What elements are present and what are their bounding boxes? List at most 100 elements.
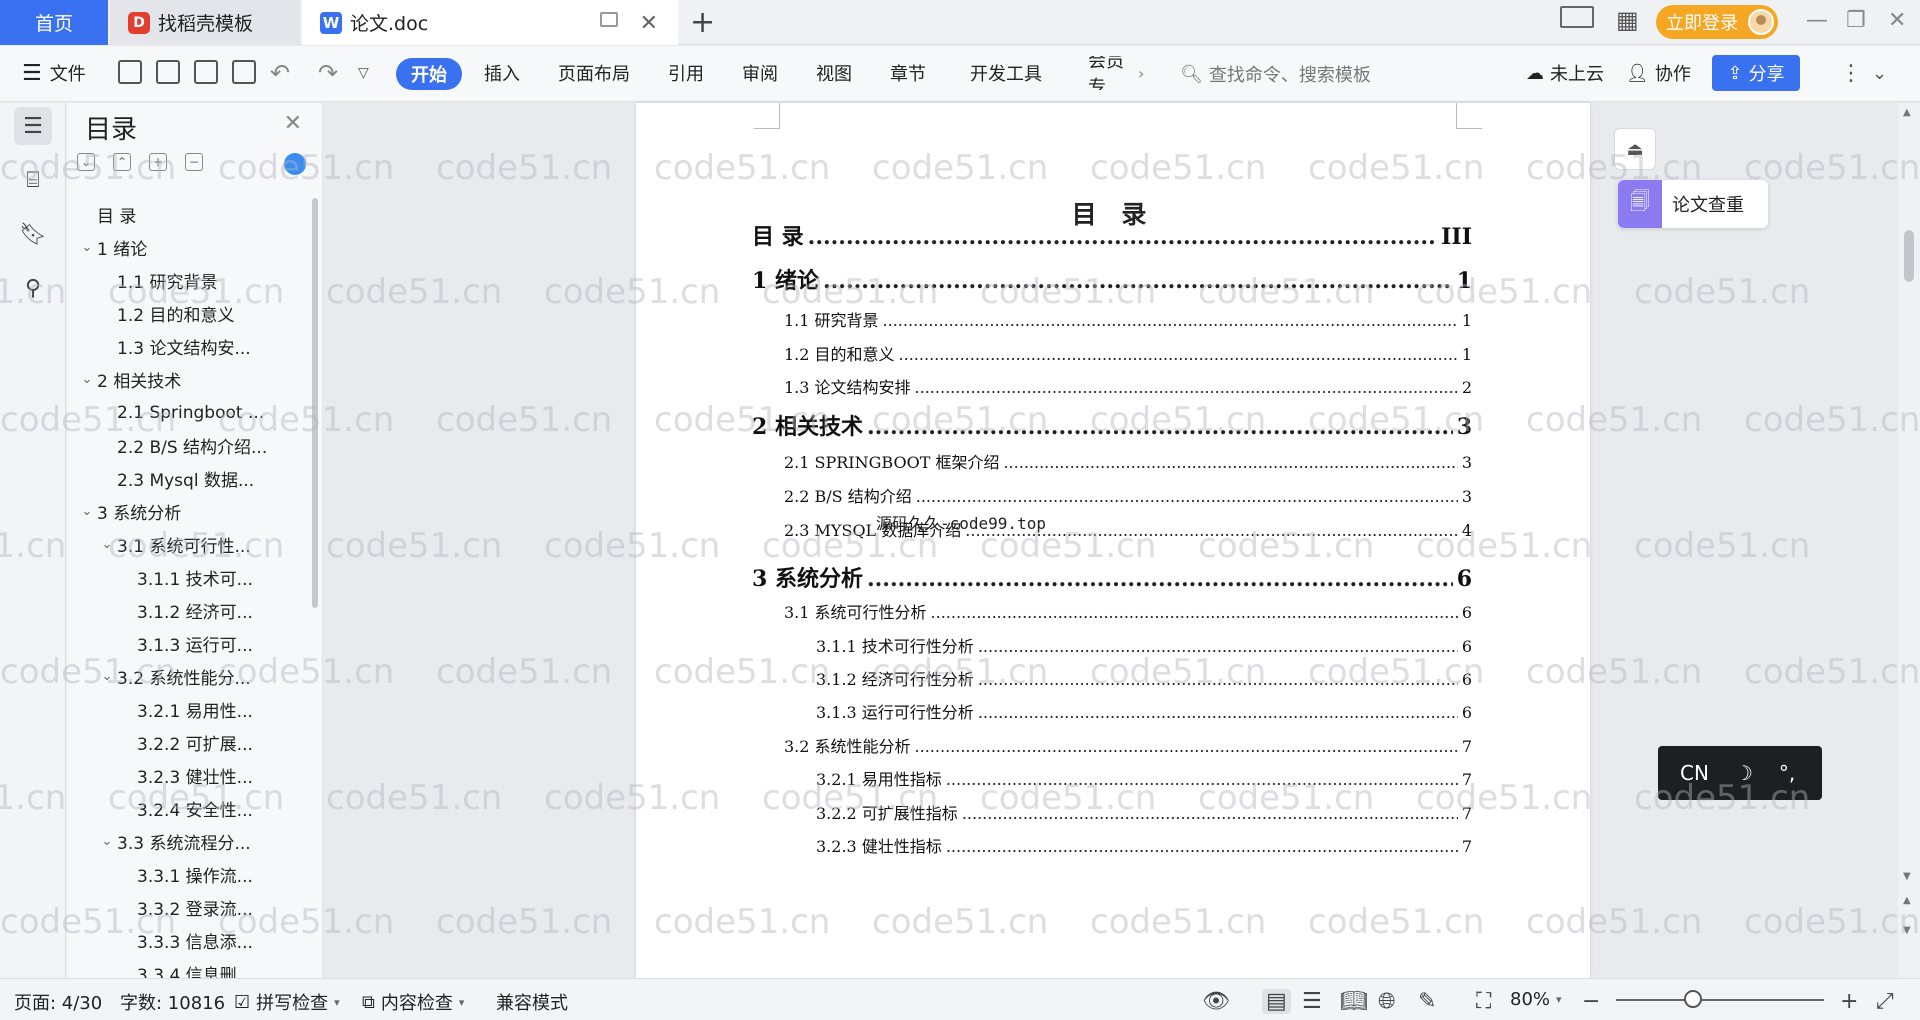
- tab-page-layout[interactable]: 页面布局: [558, 56, 630, 90]
- collaborate-button[interactable]: 👤︎ 协作: [1626, 56, 1691, 90]
- collapse-all-icon[interactable]: ⌃: [113, 153, 131, 171]
- toc-tree-item[interactable]: 3.3.4 信息删...: [67, 957, 303, 978]
- pen-icon[interactable]: ✎: [1418, 989, 1436, 1014]
- toc-tree-item[interactable]: 3.2.4 安全性...: [67, 792, 303, 825]
- toc-entry[interactable]: 3.2.2 可扩展性指标 7: [816, 800, 1472, 824]
- tab-home[interactable]: 首页: [0, 0, 108, 45]
- fullscreen-icon[interactable]: ⤢: [1876, 989, 1894, 1014]
- toc-tree-item[interactable]: 3.2.2 可扩展...: [67, 726, 303, 759]
- toc-tree-item[interactable]: 3.1.2 经济可...: [67, 594, 303, 627]
- toc-tree-item[interactable]: ⌄ 3.3 系统流程分...: [67, 825, 303, 858]
- toc-tree-item[interactable]: 1.1 研究背景: [67, 264, 303, 297]
- scroll-thumb[interactable]: [1904, 230, 1914, 282]
- print-preview-icon[interactable]: [232, 60, 256, 84]
- cloud-status-button[interactable]: ☁ 未上云: [1526, 56, 1604, 90]
- toc-entry[interactable]: 2.2 B/S 结构介绍 3: [784, 483, 1472, 507]
- close-tab-icon[interactable]: ✕: [640, 11, 658, 36]
- next-page-icon[interactable]: ▼: [1903, 925, 1911, 936]
- toc-entry[interactable]: 2.1 SPRINGBOOT 框架介绍 3: [784, 449, 1472, 473]
- page-indicator[interactable]: 页面: 4/30: [14, 989, 102, 1015]
- toc-scrollbar[interactable]: [312, 198, 318, 608]
- toc-entry[interactable]: 3.1.1 技术可行性分析 6: [816, 633, 1472, 657]
- toc-nav-icon[interactable]: ☰: [14, 107, 52, 145]
- find-icon[interactable]: ⚲: [14, 269, 52, 307]
- login-button[interactable]: 立即登录: [1656, 5, 1778, 39]
- toc-entry[interactable]: 3.1 系统可行性分析 6: [784, 599, 1472, 623]
- tab-chapter[interactable]: 章节: [890, 56, 926, 90]
- more-options-icon[interactable]: ⋮: [1840, 56, 1862, 90]
- chevron-down-icon[interactable]: ⌄: [97, 834, 117, 849]
- document-page[interactable]: 目 录 目 录III1 绪论11.1 研究背景11.2 目的和意义11.3 论文…: [636, 103, 1590, 978]
- chapter-nav-icon[interactable]: ⌸: [14, 161, 52, 199]
- toc-entry[interactable]: 3.1.2 经济可行性分析 6: [816, 666, 1472, 690]
- zoom-slider-knob[interactable]: [1684, 990, 1702, 1008]
- print-icon[interactable]: [194, 60, 218, 84]
- prev-page-icon[interactable]: ▲: [1903, 895, 1911, 906]
- collapse-ribbon-icon[interactable]: ⌄: [1872, 56, 1887, 90]
- toc-entry[interactable]: 3.2.1 易用性指标 7: [816, 766, 1472, 790]
- tab-document[interactable]: W 论文.doc ✕: [302, 0, 678, 45]
- reading-view-icon[interactable]: 📖︎: [1340, 989, 1368, 1014]
- toc-tree-item[interactable]: ⌄ 3.2 系统性能分...: [67, 660, 303, 693]
- more-tabs-icon[interactable]: ›: [1138, 56, 1144, 90]
- toc-tree-item[interactable]: 3.2.1 易用性...: [67, 693, 303, 726]
- toc-tree-item[interactable]: 2.3 Mysql 数据...: [67, 462, 303, 495]
- zoom-in-icon[interactable]: +: [1840, 989, 1858, 1014]
- toc-tree-item[interactable]: 3.3.1 操作流...: [67, 858, 303, 891]
- new-tab-button[interactable]: +: [690, 5, 715, 40]
- moon-icon[interactable]: ☽: [1735, 761, 1753, 785]
- chevron-down-icon[interactable]: ⌄: [77, 240, 97, 255]
- toc-tree-item[interactable]: ⌄ 2 相关技术: [67, 363, 303, 396]
- minimize-icon[interactable]: —: [1806, 8, 1828, 33]
- word-count[interactable]: 字数: 10816: [120, 989, 225, 1015]
- toc-tree-item[interactable]: ⌄ 3.1 系统可行性...: [67, 528, 303, 561]
- fit-page-icon[interactable]: ⛶: [1476, 989, 1491, 1014]
- tab-view[interactable]: 视图: [816, 56, 852, 90]
- toc-entry[interactable]: 1.1 研究背景 1: [784, 307, 1472, 331]
- toc-tree-item[interactable]: 2.2 B/S 结构介绍...: [67, 429, 303, 462]
- toc-tree-item[interactable]: 3.3.3 信息添...: [67, 924, 303, 957]
- tab-developer[interactable]: 开发工具: [970, 56, 1042, 90]
- layout-icon[interactable]: [1560, 6, 1594, 28]
- share-button[interactable]: ⇪ 分享: [1712, 55, 1800, 91]
- toc-tree-item[interactable]: 目 录: [67, 198, 303, 231]
- chevron-down-icon[interactable]: ⌄: [77, 372, 97, 387]
- zoom-out-icon[interactable]: −: [1582, 989, 1600, 1014]
- outline-view-icon[interactable]: ☰: [1302, 989, 1322, 1014]
- restore-icon[interactable]: ❐: [1846, 8, 1866, 33]
- toc-tree-item[interactable]: ⌄ 1 绪论: [67, 231, 303, 264]
- quick-access-dropdown-icon[interactable]: ▽: [358, 56, 369, 90]
- toc-entry[interactable]: 3 系统分析 6: [752, 561, 1472, 593]
- toc-tree-item[interactable]: 1.3 论文结构安...: [67, 330, 303, 363]
- zoom-slider[interactable]: [1616, 999, 1824, 1001]
- zoom-level[interactable]: 80% ▾: [1510, 989, 1562, 1010]
- tab-member[interactable]: 会员专: [1088, 56, 1140, 90]
- ai-assistant-icon[interactable]: [284, 153, 306, 175]
- tab-start[interactable]: 开始: [396, 58, 462, 90]
- vertical-scrollbar[interactable]: ▲ ▼ ▲ ▼: [1898, 103, 1920, 978]
- collapse-side-panel-button[interactable]: ⏏: [1614, 128, 1656, 170]
- toc-tree-item[interactable]: 3.2.3 健壮性...: [67, 759, 303, 792]
- toc-tree-item[interactable]: 1.2 目的和意义: [67, 297, 303, 330]
- close-window-icon[interactable]: ✕: [1888, 8, 1906, 33]
- scroll-down-icon[interactable]: ▼: [1903, 871, 1911, 882]
- window-mode-icon[interactable]: [600, 12, 618, 27]
- close-panel-icon[interactable]: ✕: [284, 111, 302, 136]
- tab-review[interactable]: 审阅: [742, 56, 778, 90]
- save-icon[interactable]: [118, 60, 142, 84]
- toc-entry[interactable]: 3.2.3 健壮性指标 7: [816, 833, 1472, 857]
- chevron-down-icon[interactable]: ⌄: [77, 504, 97, 519]
- export-pdf-icon[interactable]: [156, 60, 180, 84]
- command-search[interactable]: 🔍︎ 查找命令、搜索模板: [1180, 58, 1371, 90]
- ime-language[interactable]: CN: [1680, 761, 1709, 785]
- toc-entry[interactable]: 目 录 III: [752, 219, 1472, 251]
- toc-entry[interactable]: 1.3 论文结构安排 2: [784, 374, 1472, 398]
- undo-icon[interactable]: ↶: [270, 56, 290, 90]
- toc-entry[interactable]: 2 相关技术 3: [752, 409, 1472, 441]
- toc-entry[interactable]: 3.1.3 运行可行性分析 6: [816, 699, 1472, 723]
- chevron-down-icon[interactable]: ⌄: [97, 669, 117, 684]
- file-menu-button[interactable]: ☰ 文件: [22, 56, 86, 90]
- toc-entry[interactable]: 1 绪论 1: [752, 263, 1472, 295]
- toc-entry[interactable]: 3.2 系统性能分析 7: [784, 733, 1472, 757]
- page-view-icon[interactable]: ▤: [1262, 989, 1291, 1014]
